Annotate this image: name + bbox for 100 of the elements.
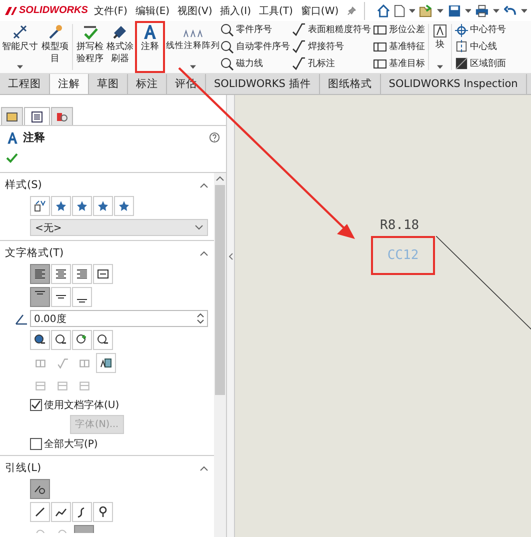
caret-icon[interactable]: [464, 8, 472, 12]
app-title: SOLIDWORKS: [19, 5, 88, 16]
text-align-icon: [97, 269, 109, 279]
no-leader-icon: [34, 483, 46, 495]
disabled-tool-icon: [34, 379, 47, 392]
ribbon-button[interactable]: 线性注释阵列: [167, 21, 219, 73]
collapse-icon[interactable]: [200, 466, 208, 470]
style-tool-button[interactable]: [114, 196, 134, 216]
letter-a-icon: [6, 130, 19, 144]
panel-tab[interactable]: [24, 107, 50, 125]
home-icon[interactable]: [376, 4, 390, 18]
checkbox-box[interactable]: [30, 438, 42, 450]
ribbon-button[interactable]: 自动零件序号: [220, 40, 290, 54]
leader-button[interactable]: [30, 479, 50, 499]
bent-leader-icon: [55, 506, 67, 518]
vertical-align-button[interactable]: [30, 287, 50, 307]
ok-check-icon[interactable]: [6, 153, 18, 163]
angle-icon: [15, 312, 29, 324]
text-align-icon: [34, 269, 46, 279]
menu-item[interactable]: 工具(T): [257, 4, 295, 18]
collapse-panel-icon[interactable]: [228, 253, 232, 260]
menu-item[interactable]: 视图(V): [176, 4, 214, 18]
angle-field[interactable]: 0.00度: [30, 310, 208, 327]
ribbon-button[interactable]: 表面粗糙度符号: [292, 23, 371, 38]
undo-icon[interactable]: [504, 4, 517, 16]
tree-icon: [6, 112, 18, 122]
ribbon-button[interactable]: 零件序号: [220, 23, 290, 38]
panel-tab[interactable]: [1, 107, 23, 125]
text-frame-icon: [100, 357, 112, 369]
open-folder-icon[interactable]: [419, 4, 434, 18]
style-update-icon: [34, 200, 46, 212]
menu-item[interactable]: 编辑(E): [133, 4, 172, 18]
scrollbar[interactable]: [214, 173, 226, 537]
align-button[interactable]: [93, 264, 113, 284]
style-dropdown[interactable]: <无>: [30, 219, 208, 236]
caret-icon[interactable]: [437, 8, 444, 12]
checkbox-box[interactable]: [30, 399, 42, 411]
menu-item[interactable]: 文件(F): [92, 4, 130, 18]
ribbon-button[interactable]: 区域剖面: [455, 56, 506, 71]
caret-icon: [17, 65, 23, 69]
align-button[interactable]: [72, 264, 92, 284]
insert-tool-button[interactable]: [72, 330, 92, 350]
align-button[interactable]: [51, 264, 71, 284]
align-button[interactable]: [30, 264, 50, 284]
print-icon[interactable]: [475, 4, 490, 18]
style-tool-button[interactable]: [93, 196, 113, 216]
save-icon[interactable]: [448, 4, 461, 18]
spinner-icon[interactable]: [197, 313, 204, 324]
ribbon-button[interactable]: 形位公差: [373, 23, 425, 38]
dimension-icon: [12, 24, 28, 40]
ribbon-button[interactable]: 磁力线: [220, 56, 290, 71]
pin-icon[interactable]: [346, 6, 356, 16]
ribbon-button[interactable]: 中心符号: [455, 23, 506, 38]
menu-item[interactable]: 窗口(W): [298, 4, 341, 18]
text-align-icon: [55, 295, 67, 299]
insert-tool-button[interactable]: [30, 330, 50, 350]
ribbon-button[interactable]: 焊接符号: [292, 40, 371, 54]
datum-icon: [78, 356, 91, 370]
collapse-icon[interactable]: [200, 250, 208, 256]
ribbon-button[interactable]: 注释: [135, 21, 165, 73]
leader-button[interactable]: [93, 502, 113, 522]
leader-button[interactable]: [51, 502, 71, 522]
section-title: 样式(S): [5, 178, 42, 192]
menu-item[interactable]: 插入(I): [218, 4, 253, 18]
vertical-align-button[interactable]: [51, 287, 71, 307]
collapse-icon[interactable]: [200, 182, 208, 188]
ribbon-button[interactable]: 格式涂刷器: [105, 21, 135, 73]
caret-icon[interactable]: [408, 8, 416, 12]
ribbon-button[interactable]: 拼写检验程序: [75, 21, 105, 73]
ribbon-button[interactable]: 基准目标: [373, 56, 425, 71]
ribbon-button[interactable]: 基准特征: [373, 40, 425, 54]
style-tool-button[interactable]: [30, 196, 50, 216]
checkbox[interactable]: 使用文档字体(U): [5, 398, 208, 412]
hatch-icon: [455, 57, 468, 70]
vertical-align-button[interactable]: [72, 287, 92, 307]
section-title: 文字格式(T): [5, 246, 64, 260]
leader-button[interactable]: [30, 502, 50, 522]
text-frame-button[interactable]: [96, 353, 116, 373]
ribbon-button[interactable]: 块: [431, 21, 449, 73]
help-icon[interactable]: [209, 132, 220, 143]
ribbon-tab[interactable]: 注解: [50, 74, 89, 94]
ribbon-button[interactable]: 模型项目: [40, 21, 70, 73]
leader-button[interactable]: [72, 502, 92, 522]
ribbon-button[interactable]: 孔标注: [292, 56, 371, 71]
new-document-icon[interactable]: [394, 4, 405, 18]
style-tool-button[interactable]: [72, 196, 92, 216]
text-align-icon: [76, 299, 88, 303]
star-icon: [97, 200, 109, 212]
caret-icon[interactable]: [493, 8, 500, 12]
checkbox[interactable]: 全部大写(P): [5, 437, 208, 451]
scroll-up-icon[interactable]: [216, 176, 224, 181]
disabled-tool-icon: [78, 379, 91, 392]
ribbon-button[interactable]: 中心线: [455, 40, 506, 54]
insert-tool-button[interactable]: [93, 330, 113, 350]
ribbon-button[interactable]: 智能尺寸: [0, 21, 40, 73]
insert-tool-button[interactable]: [51, 330, 71, 350]
list-icon: [31, 110, 43, 122]
caret-icon[interactable]: [520, 8, 528, 12]
disabled-tool-icon: [56, 379, 69, 392]
style-tool-button[interactable]: [51, 196, 71, 216]
